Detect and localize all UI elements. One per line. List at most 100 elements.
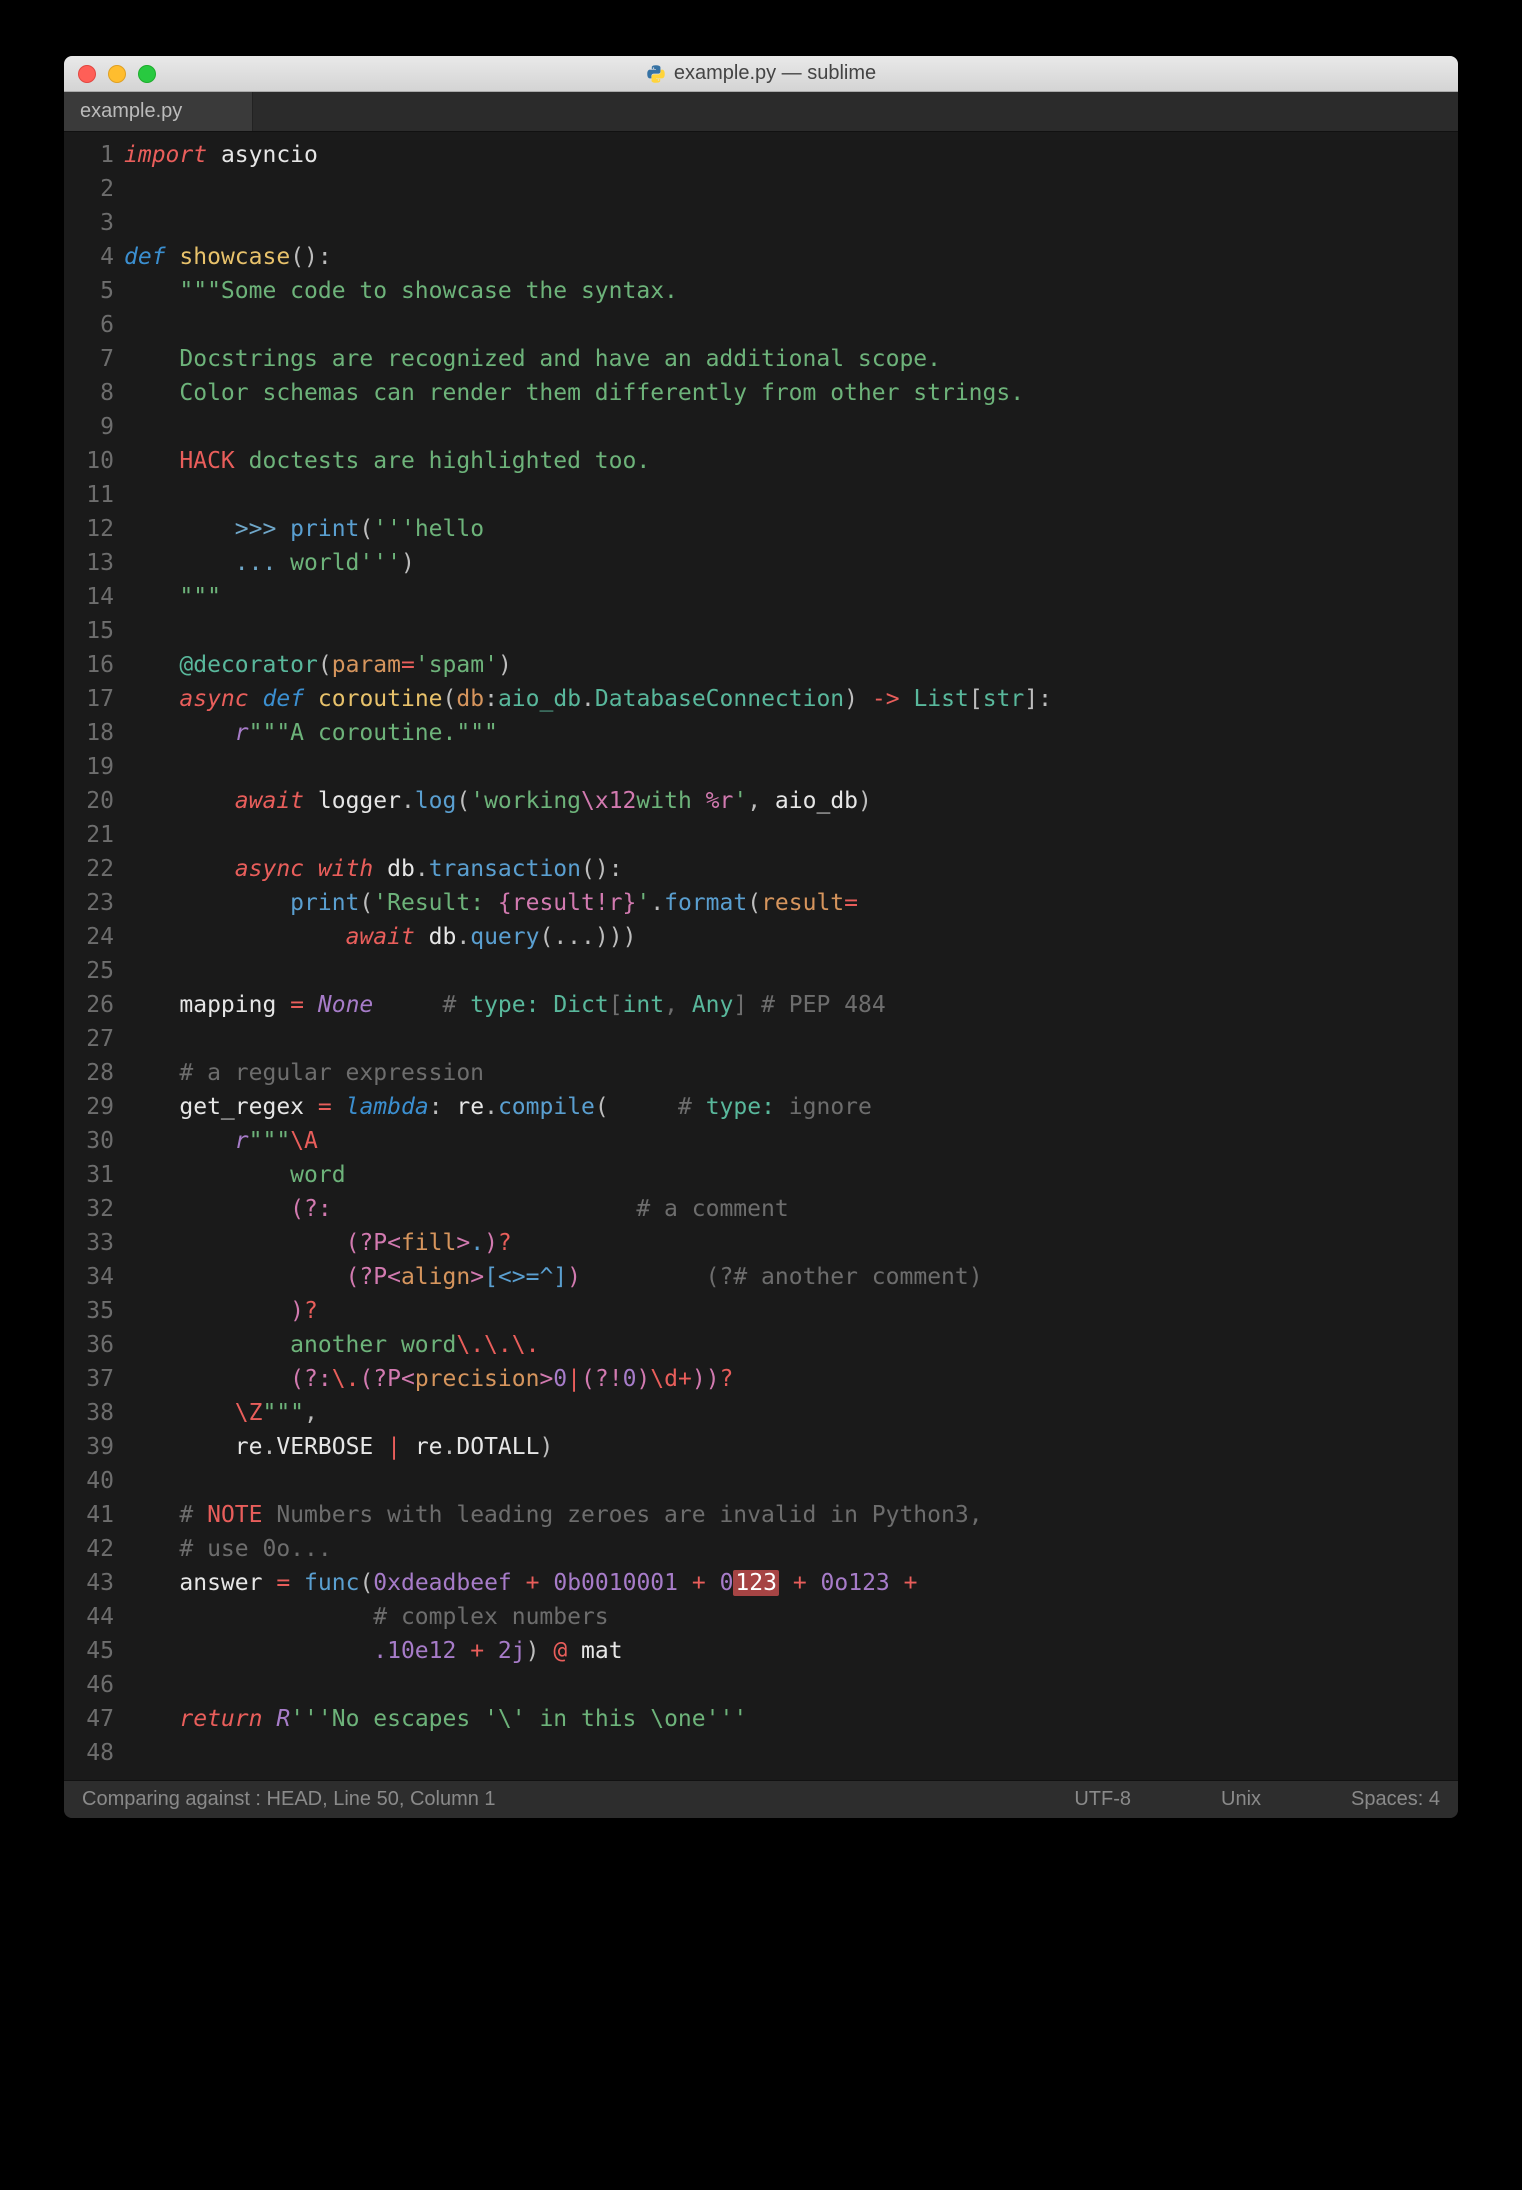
line-number: 17 [64, 682, 114, 716]
code-line[interactable]: print('Result: {result!r}'.format(result… [124, 886, 1458, 920]
line-number: 30 [64, 1124, 114, 1158]
line-number: 9 [64, 410, 114, 444]
line-number: 48 [64, 1736, 114, 1770]
code-line[interactable] [124, 614, 1458, 648]
status-encoding[interactable]: UTF-8 [1074, 1788, 1131, 1811]
code-line[interactable]: (?: # a comment [124, 1192, 1458, 1226]
code-line[interactable]: """Some code to showcase the syntax. [124, 274, 1458, 308]
code-line[interactable] [124, 1022, 1458, 1056]
code-line[interactable]: import asyncio [124, 138, 1458, 172]
line-number: 26 [64, 988, 114, 1022]
line-number: 33 [64, 1226, 114, 1260]
line-number: 18 [64, 716, 114, 750]
line-number: 10 [64, 444, 114, 478]
close-icon[interactable] [78, 65, 96, 83]
code-line[interactable]: get_regex = lambda: re.compile( # type: … [124, 1090, 1458, 1124]
line-number: 6 [64, 308, 114, 342]
code-line[interactable]: r"""A coroutine.""" [124, 716, 1458, 750]
code-line[interactable]: (?P<fill>.)? [124, 1226, 1458, 1260]
code-line[interactable] [124, 1668, 1458, 1702]
code-line[interactable]: Color schemas can render them differentl… [124, 376, 1458, 410]
code-line[interactable]: answer = func(0xdeadbeef + 0b0010001 + 0… [124, 1566, 1458, 1600]
window-title-text: example.py — sublime [674, 62, 876, 85]
code-line[interactable]: another word\.\.\. [124, 1328, 1458, 1362]
line-number: 39 [64, 1430, 114, 1464]
code-line[interactable]: )? [124, 1294, 1458, 1328]
code-line[interactable]: word [124, 1158, 1458, 1192]
code-line[interactable] [124, 206, 1458, 240]
line-number: 34 [64, 1260, 114, 1294]
line-number: 4 [64, 240, 114, 274]
python-file-icon [646, 64, 666, 84]
line-number: 44 [64, 1600, 114, 1634]
code-line[interactable]: (?:\.(?P<precision>0|(?!0)\d+))? [124, 1362, 1458, 1396]
code-line[interactable] [124, 954, 1458, 988]
code-line[interactable]: mapping = None # type: Dict[int, Any] # … [124, 988, 1458, 1022]
code-line[interactable]: async def coroutine(db:aio_db.DatabaseCo… [124, 682, 1458, 716]
traffic-lights [78, 65, 156, 83]
line-number: 38 [64, 1396, 114, 1430]
line-number: 45 [64, 1634, 114, 1668]
line-number: 28 [64, 1056, 114, 1090]
code-line[interactable]: HACK doctests are highlighted too. [124, 444, 1458, 478]
code-line[interactable] [124, 750, 1458, 784]
line-number: 7 [64, 342, 114, 376]
code-line[interactable]: (?P<align>[<>=^]) (?# another comment) [124, 1260, 1458, 1294]
code-line[interactable]: # use 0o... [124, 1532, 1458, 1566]
titlebar[interactable]: example.py — sublime [64, 56, 1458, 92]
line-number: 8 [64, 376, 114, 410]
code-line[interactable]: @decorator(param='spam') [124, 648, 1458, 682]
code-line[interactable]: # complex numbers [124, 1600, 1458, 1634]
code-line[interactable]: re.VERBOSE | re.DOTALL) [124, 1430, 1458, 1464]
status-line-ending[interactable]: Unix [1221, 1788, 1261, 1811]
code-line[interactable]: await db.query(...))) [124, 920, 1458, 954]
code-line[interactable]: # a regular expression [124, 1056, 1458, 1090]
editor-area[interactable]: 1234567891011121314151617181920212223242… [64, 132, 1458, 1780]
line-number: 11 [64, 478, 114, 512]
line-number: 25 [64, 954, 114, 988]
code-line[interactable]: >>> print('''hello [124, 512, 1458, 546]
status-indent[interactable]: Spaces: 4 [1351, 1788, 1440, 1811]
line-number-gutter: 1234567891011121314151617181920212223242… [64, 132, 124, 1770]
code-line[interactable]: async with db.transaction(): [124, 852, 1458, 886]
line-number: 13 [64, 546, 114, 580]
code-line[interactable]: # NOTE Numbers with leading zeroes are i… [124, 1498, 1458, 1532]
line-number: 40 [64, 1464, 114, 1498]
tab-example-py[interactable]: example.py [64, 92, 253, 131]
code-line[interactable] [124, 478, 1458, 512]
zoom-icon[interactable] [138, 65, 156, 83]
status-left[interactable]: Comparing against : HEAD, Line 50, Colum… [82, 1788, 496, 1811]
tab-bar: example.py [64, 92, 1458, 132]
line-number: 46 [64, 1668, 114, 1702]
code-line[interactable]: ... world''') [124, 546, 1458, 580]
line-number: 32 [64, 1192, 114, 1226]
line-number: 14 [64, 580, 114, 614]
code-line[interactable]: await logger.log('working\x12with %r', a… [124, 784, 1458, 818]
code-line[interactable] [124, 410, 1458, 444]
code-line[interactable]: """ [124, 580, 1458, 614]
code-line[interactable] [124, 308, 1458, 342]
code-content[interactable]: import asyncio def showcase(): """Some c… [124, 132, 1458, 1770]
code-line[interactable] [124, 1736, 1458, 1770]
editor-window: example.py — sublime example.py 12345678… [64, 56, 1458, 1818]
line-number: 21 [64, 818, 114, 852]
line-number: 35 [64, 1294, 114, 1328]
code-line[interactable] [124, 172, 1458, 206]
code-line[interactable]: def showcase(): [124, 240, 1458, 274]
line-number: 16 [64, 648, 114, 682]
code-line[interactable] [124, 1464, 1458, 1498]
minimize-icon[interactable] [108, 65, 126, 83]
code-line[interactable] [124, 818, 1458, 852]
line-number: 24 [64, 920, 114, 954]
line-number: 27 [64, 1022, 114, 1056]
code-line[interactable]: r"""\A [124, 1124, 1458, 1158]
line-number: 47 [64, 1702, 114, 1736]
code-line[interactable]: .10e12 + 2j) @ mat [124, 1634, 1458, 1668]
code-line[interactable]: Docstrings are recognized and have an ad… [124, 342, 1458, 376]
line-number: 43 [64, 1566, 114, 1600]
line-number: 2 [64, 172, 114, 206]
code-line[interactable]: \Z""", [124, 1396, 1458, 1430]
code-line[interactable]: return R'''No escapes '\' in this \one''… [124, 1702, 1458, 1736]
line-number: 5 [64, 274, 114, 308]
line-number: 29 [64, 1090, 114, 1124]
